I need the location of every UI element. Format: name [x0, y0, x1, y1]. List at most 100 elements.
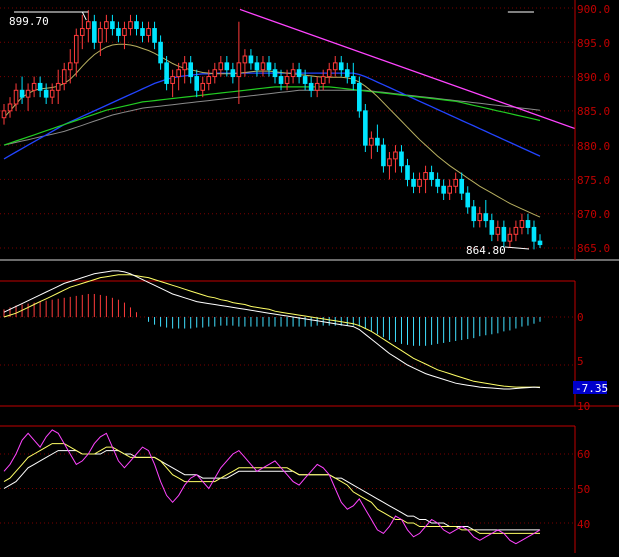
chart-stage: 900.0 895.0 890.0 885.0 880.0 875.0 870.…	[0, 0, 619, 553]
candle-up	[332, 62, 338, 71]
candle-up	[284, 76, 290, 84]
candle-down	[43, 89, 49, 98]
candle-down	[37, 82, 43, 91]
candle-down	[399, 151, 404, 167]
kdj-y-tick-label: 40	[577, 518, 590, 531]
candle-down	[338, 62, 344, 71]
candle-down	[158, 41, 163, 64]
y-tick-label: 900.0	[577, 3, 610, 16]
candle-up	[369, 137, 374, 146]
candle-up	[314, 82, 320, 91]
candle-down	[501, 226, 507, 242]
candle-down	[278, 76, 284, 84]
candle-up	[55, 82, 61, 91]
candle-down	[110, 21, 115, 30]
candle-up	[67, 62, 73, 71]
candle-down	[363, 110, 368, 146]
candle-up	[13, 89, 19, 105]
candle-up	[236, 62, 242, 78]
candle-down	[224, 62, 230, 71]
candle-down	[411, 178, 416, 187]
candle-up	[176, 69, 181, 78]
macd-y-tick-label: 5	[577, 355, 584, 368]
candle-up	[423, 172, 428, 180]
y-tick-label: 885.0	[577, 105, 610, 118]
candle-down	[272, 69, 278, 78]
trend-line	[239, 8, 576, 130]
ma-blue-line	[3, 72, 541, 160]
candle-up	[98, 28, 103, 43]
candle-down	[441, 185, 446, 194]
candle-down	[164, 62, 169, 84]
candle-up	[170, 76, 175, 84]
candle-down	[429, 172, 434, 180]
candle-down	[375, 137, 380, 146]
kdj-y-tick-label: 60	[577, 448, 590, 461]
candle-down	[357, 82, 362, 112]
candle-up	[7, 103, 13, 112]
candle-up	[128, 21, 133, 30]
candle-up	[326, 69, 332, 78]
candle-down	[254, 62, 260, 71]
macd-panel	[3, 270, 541, 390]
candle-up	[260, 62, 266, 71]
y-tick-label: 895.0	[577, 37, 610, 50]
candle-down	[435, 178, 440, 187]
candle-down	[308, 82, 314, 91]
candle-up	[242, 55, 248, 64]
candle-up	[25, 89, 31, 98]
candle-down	[405, 165, 410, 180]
y-tick-label: 875.0	[577, 174, 610, 187]
macd-y-tick-label: 10	[577, 400, 590, 413]
candle-down	[489, 220, 495, 235]
candle-up	[290, 69, 296, 78]
candle-up	[31, 82, 37, 91]
candle-up	[453, 178, 458, 187]
candle-up	[519, 220, 525, 228]
candle-up	[61, 69, 67, 84]
candle-up	[387, 158, 392, 167]
candle-up	[206, 76, 212, 84]
futures-chart: 900.0 895.0 890.0 885.0 880.0 875.0 870.…	[0, 0, 619, 553]
candle-up	[73, 34, 79, 64]
candle-down	[350, 76, 356, 84]
candle-down	[266, 62, 272, 71]
candle-down	[248, 55, 254, 64]
macd-y-tick-label: 0	[577, 311, 584, 324]
candle-up	[86, 21, 91, 30]
kdj-panel	[3, 429, 541, 545]
candle-down	[459, 178, 465, 194]
candle-down	[92, 21, 97, 43]
candle-down	[134, 21, 139, 30]
candle-up	[495, 226, 501, 235]
candle-down	[531, 226, 537, 242]
candle-down	[344, 69, 350, 78]
min-price-label: 864.80	[466, 244, 506, 257]
candle-up	[417, 178, 422, 187]
y-tick-label: 890.0	[577, 71, 610, 84]
candle-up	[507, 233, 513, 242]
candle-up	[1, 110, 7, 119]
macd-value-label: -7.35	[575, 382, 608, 395]
kdj-y-tick-label: 50	[577, 483, 590, 496]
candle-down	[296, 69, 302, 78]
candle-up	[218, 62, 224, 71]
marker-line	[81, 11, 87, 21]
candle-down	[537, 240, 543, 246]
candle-down	[471, 206, 477, 222]
candle-up	[513, 226, 519, 235]
candle-up	[49, 89, 55, 98]
candle-up	[200, 82, 206, 91]
macd-dif-line	[3, 270, 541, 390]
candle-down	[381, 144, 386, 167]
candle-down	[188, 62, 194, 78]
y-tick-label: 880.0	[577, 140, 610, 153]
candle-up	[104, 21, 109, 30]
candle-up	[79, 28, 85, 36]
candle-down	[483, 213, 489, 222]
candle-down	[140, 28, 145, 36]
candle-up	[146, 28, 151, 36]
candle-down	[302, 76, 308, 84]
candle-up	[122, 28, 127, 36]
candle-down	[152, 28, 157, 43]
